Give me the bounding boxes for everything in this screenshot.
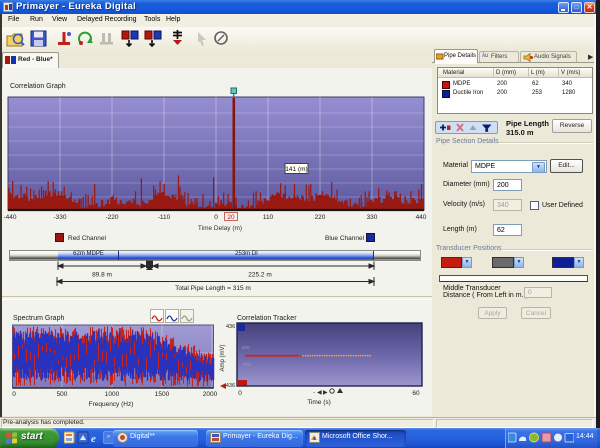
svg-text:-: -: [313, 390, 315, 396]
svg-text:-436: -436: [224, 383, 235, 389]
svg-text:-500: -500: [242, 362, 252, 367]
svg-text:e: e: [91, 433, 96, 445]
svg-text:436: 436: [226, 324, 235, 330]
svg-text:◀: ◀: [317, 390, 322, 396]
svg-text:60: 60: [412, 390, 420, 397]
svg-text:500: 500: [242, 345, 250, 350]
svg-text:Time (s): Time (s): [307, 399, 331, 406]
svg-text:0: 0: [238, 390, 242, 397]
svg-text:▶: ▶: [323, 390, 328, 396]
